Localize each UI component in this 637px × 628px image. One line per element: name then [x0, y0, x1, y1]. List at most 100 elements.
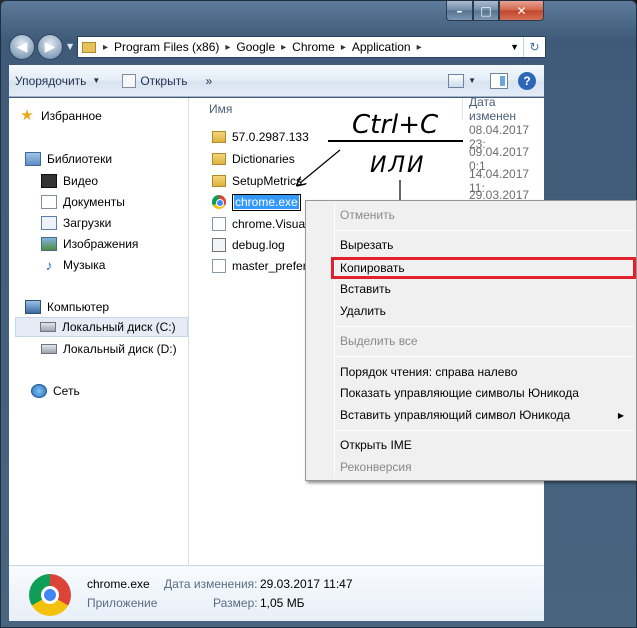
more-commands-button[interactable]: » — [199, 69, 218, 93]
list-item[interactable]: 57.0.2987.133 — [212, 127, 309, 147]
back-button[interactable]: ◀ — [9, 33, 35, 60]
menu-item-select-all[interactable]: Выделить все — [340, 331, 418, 351]
minimize-button[interactable]: – — [446, 1, 473, 21]
caption-buttons: – □ ✕ — [446, 1, 544, 21]
preview-pane-icon[interactable] — [490, 72, 508, 89]
sidebar-item-video[interactable]: Видео — [41, 171, 98, 191]
video-icon — [41, 174, 57, 188]
annotation-or: ИЛИ — [370, 153, 426, 178]
breadcrumb-separator[interactable]: ▸ — [341, 42, 346, 53]
sidebar-item-label: Музыка — [63, 258, 106, 272]
sidebar-item-label: Избранное — [41, 109, 102, 123]
menu-item-cut[interactable]: Вырезать — [340, 235, 393, 255]
command-bar: Упорядочить ▼ Открыть » ▼ ? — [9, 65, 544, 97]
sidebar-item-downloads[interactable]: Загрузки — [41, 213, 111, 233]
open-button[interactable]: Открыть — [116, 69, 193, 93]
details-type: Приложение — [87, 596, 158, 610]
list-item[interactable]: Dictionaries — [212, 149, 295, 169]
sidebar-item-label: Видео — [63, 174, 99, 188]
sidebar-item-favorites[interactable]: ★ Избранное — [19, 106, 102, 126]
breadcrumb-application[interactable]: Application — [352, 40, 411, 54]
menu-item-label: Вставить управляющий символ Юникода — [340, 408, 571, 422]
close-button[interactable]: ✕ — [499, 1, 544, 21]
file-name: debug.log — [232, 238, 285, 252]
view-mode-icon[interactable] — [448, 73, 465, 88]
view-dropdown-icon[interactable]: ▼ — [468, 76, 476, 85]
menu-separator — [336, 356, 633, 357]
list-item[interactable]: debug.log — [212, 235, 285, 255]
folder-icon — [82, 41, 96, 53]
dropdown-arrow-icon: ▼ — [92, 76, 101, 85]
documents-icon — [41, 195, 57, 209]
sidebar-item-label: Изображения — [63, 237, 139, 251]
address-dropdown-icon[interactable]: ▼ — [510, 42, 519, 52]
music-note-icon: ♪ — [45, 257, 53, 273]
breadcrumb-separator[interactable]: ▸ — [417, 42, 422, 53]
submenu-arrow-icon: ▶ — [617, 411, 624, 420]
sidebar-item-images[interactable]: Изображения — [41, 234, 138, 254]
address-bar[interactable]: ▸ Program Files (x86) ▸ Google ▸ Chrome … — [77, 36, 546, 58]
file-icon — [212, 259, 226, 273]
libraries-icon — [25, 152, 41, 166]
sidebar-item-documents[interactable]: Документы — [41, 192, 125, 212]
sidebar-item-label: Библиотеки — [47, 152, 113, 166]
details-pane: chrome.exe Приложение Дата изменения: 29… — [9, 565, 544, 621]
column-header-date[interactable]: Дата изменен — [469, 95, 544, 123]
list-item[interactable]: SetupMetrics — [212, 171, 302, 191]
menu-item-paste[interactable]: Вставить — [340, 279, 391, 299]
menu-separator — [336, 230, 633, 231]
menu-separator — [336, 430, 633, 431]
list-item-selected[interactable]: chrome.exe — [212, 192, 301, 212]
rename-field-text: chrome.exe — [234, 195, 299, 209]
forward-button[interactable]: ▶ — [37, 33, 63, 60]
list-item[interactable]: chrome.Visual — [212, 214, 308, 234]
sidebar-item-libraries[interactable]: Библиотеки — [25, 149, 112, 169]
breadcrumb-separator[interactable]: ▸ — [281, 42, 286, 53]
breadcrumb-separator: ▸ — [103, 41, 109, 53]
breadcrumb-separator[interactable]: ▸ — [225, 42, 230, 53]
folder-icon — [212, 131, 226, 143]
folder-icon — [212, 153, 226, 165]
menu-item-show-unicode[interactable]: Показать управляющие символы Юникода — [340, 383, 579, 403]
menu-item-reconversion[interactable]: Реконверсия — [340, 457, 412, 477]
organize-button[interactable]: Упорядочить ▼ — [9, 69, 106, 93]
menu-gutter — [334, 203, 335, 478]
open-label: Открыть — [140, 73, 188, 88]
sidebar-item-music[interactable]: ♪ Музыка — [41, 255, 106, 275]
menu-item-insert-unicode[interactable]: Вставить управляющий символ Юникода — [340, 405, 630, 425]
sidebar-item-disk-d[interactable]: Локальный диск (D:) — [41, 339, 177, 359]
sidebar-item-label: Загрузки — [63, 216, 112, 230]
file-icon — [212, 217, 226, 231]
menu-item-open-ime[interactable]: Открыть IME — [340, 435, 412, 455]
menu-item-rtl-reading[interactable]: Порядок чтения: справа налево — [340, 362, 517, 382]
chrome-icon — [212, 195, 226, 209]
details-size-value: 1,05 МБ — [260, 596, 305, 610]
sidebar-item-label: Локальный диск (D:) — [63, 342, 177, 356]
maximize-button[interactable]: □ — [473, 1, 499, 21]
sidebar-item-computer[interactable]: Компьютер — [25, 297, 109, 317]
annotation-divider-line — [328, 140, 463, 142]
menu-item-delete[interactable]: Удалить — [340, 301, 386, 321]
help-icon[interactable]: ? — [518, 71, 536, 90]
navigation-pane: ★ Избранное Библиотеки Видео Документы З… — [9, 98, 189, 565]
file-name: SetupMetrics — [232, 174, 303, 188]
context-menu: Отменить Вырезать Копировать Вставить Уд… — [305, 200, 637, 481]
column-header-name[interactable]: Имя — [209, 98, 232, 120]
rename-field[interactable]: chrome.exe — [232, 193, 301, 211]
sidebar-item-disk-c[interactable]: Локальный диск (C:) — [15, 317, 188, 337]
column-divider[interactable] — [462, 98, 463, 120]
copy-highlight-frame — [331, 257, 636, 279]
sidebar-item-network[interactable]: Сеть — [31, 381, 80, 401]
refresh-icon[interactable]: ↻ — [523, 37, 545, 57]
drive-d-icon — [41, 344, 57, 354]
recent-pages-dropdown-icon[interactable]: ▼ — [67, 42, 73, 51]
menu-item-undo[interactable]: Отменить — [340, 205, 395, 225]
annotation-shortcut: Ctrl+C — [352, 110, 439, 140]
list-item[interactable]: master_prefere — [212, 256, 313, 276]
star-icon: ★ — [20, 107, 34, 124]
breadcrumb-program-files[interactable]: Program Files (x86) — [114, 40, 219, 54]
drive-c-icon — [40, 322, 56, 332]
file-name: chrome.Visual — [232, 217, 308, 231]
breadcrumb-google[interactable]: Google — [236, 40, 275, 54]
breadcrumb-chrome[interactable]: Chrome — [292, 40, 335, 54]
